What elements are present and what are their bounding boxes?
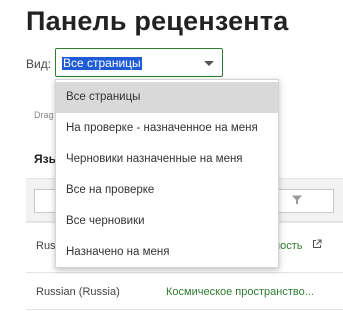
dropdown-option-assigned-to-me[interactable]: Назначено на меня bbox=[56, 237, 278, 268]
view-select[interactable]: Все страницы bbox=[55, 48, 223, 77]
dropdown-option-all-pages[interactable]: Все страницы bbox=[56, 82, 278, 113]
external-link-icon[interactable] bbox=[312, 239, 322, 249]
row-divider bbox=[26, 272, 343, 273]
view-label: Вид: bbox=[26, 57, 52, 71]
chevron-down-icon bbox=[204, 61, 214, 66]
dropdown-option-drafts-assigned-to-me[interactable]: Черновики назначенные на меня bbox=[56, 144, 278, 175]
drag-hint: Drag bbox=[34, 110, 54, 120]
view-select-value: Все страницы bbox=[62, 56, 142, 70]
row-page-link[interactable]: Космическое пространство... bbox=[166, 286, 314, 298]
dropdown-option-in-review-assigned-to-me[interactable]: На проверке - назначенное на меня bbox=[56, 113, 278, 144]
dropdown-option-all-in-review[interactable]: Все на проверке bbox=[56, 175, 278, 206]
page-title: Панель рецензента bbox=[26, 6, 289, 36]
row-language: Russian (Russia) bbox=[36, 286, 120, 298]
row-divider bbox=[26, 309, 343, 310]
view-dropdown-menu: Все страницы На проверке - назначенное н… bbox=[55, 79, 279, 268]
filter-icon[interactable] bbox=[291, 194, 303, 206]
reviewer-panel-page: Панель рецензента Вид: Все страницы Drag… bbox=[0, 0, 343, 321]
page-filter-input[interactable] bbox=[276, 189, 334, 213]
dropdown-option-all-drafts[interactable]: Все черновики bbox=[56, 206, 278, 237]
